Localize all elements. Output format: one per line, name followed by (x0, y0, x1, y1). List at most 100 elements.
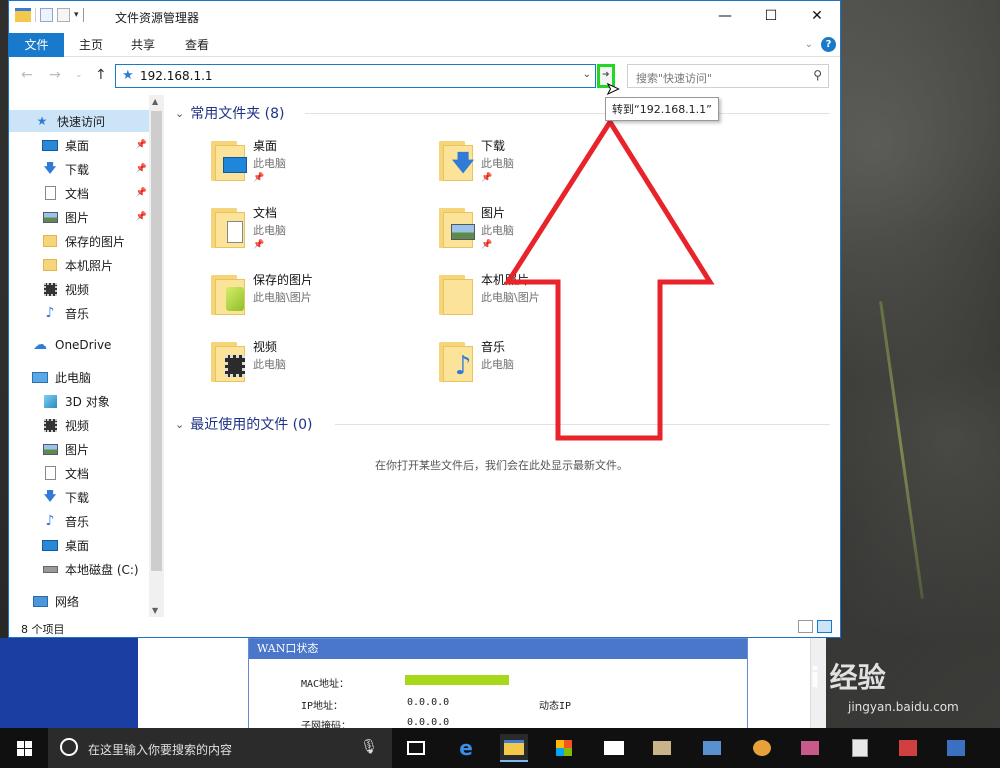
large-icons-view-icon[interactable] (817, 620, 832, 633)
tab-home[interactable]: 主页 (79, 33, 103, 57)
sidebar-item-label: 快速访问 (57, 114, 106, 129)
folder-location: 此电脑 (253, 358, 286, 371)
app-icon-4[interactable] (846, 734, 874, 762)
subnet-value: 0.0.0.0 (407, 717, 450, 728)
sidebar-item-pc-desktop[interactable]: 桌面 (9, 534, 149, 556)
app-icon-6[interactable] (942, 734, 970, 762)
folder-tile-downloads[interactable]: 🡇 下载 此电脑 📌 (437, 137, 657, 193)
ribbon-tabs: 文件 主页 共享 查看 ⌄ ? (9, 31, 840, 57)
sidebar-item-pc-music[interactable]: ♪ 音乐 (9, 510, 149, 532)
search-input[interactable]: 搜索"快速访问" ⚲ (627, 64, 829, 88)
close-button[interactable]: ✕ (794, 1, 840, 31)
folder-tile-desktop[interactable]: 桌面 此电脑 📌 (209, 137, 429, 193)
sidebar-item-pc-pictures[interactable]: 图片 (9, 438, 149, 460)
scroll-up-icon[interactable]: ▲ (152, 97, 158, 106)
folder-tile-pictures[interactable]: 图片 此电脑 📌 (437, 204, 657, 260)
mail-icon[interactable] (600, 734, 628, 762)
explorer-app-icon[interactable] (15, 8, 31, 22)
document-icon (41, 465, 59, 481)
sidebar-item-music[interactable]: ♪ 音乐 (9, 302, 149, 324)
cortana-icon (60, 738, 78, 756)
sidebar-item-camera-roll[interactable]: 本机照片 (9, 254, 149, 276)
folder-location: 此电脑 (253, 224, 286, 237)
start-button[interactable] (0, 728, 48, 768)
chevron-down-icon[interactable]: ⌄ (175, 418, 184, 431)
sidebar-item-videos[interactable]: 视频 (9, 278, 149, 300)
customize-toolbar-icon[interactable]: ▾ (74, 10, 79, 20)
wan-panel-title: WAN口状态 (249, 639, 747, 659)
sidebar-item-3d-objects[interactable]: 3D 对象 (9, 390, 149, 412)
app-icon-2[interactable] (698, 734, 726, 762)
navigation-pane-scrollbar[interactable]: ▲ ▼ (149, 95, 164, 617)
video-icon (41, 281, 59, 297)
sidebar-item-quick-access[interactable]: ★ 快速访问 (9, 110, 149, 132)
sidebar-item-downloads[interactable]: 🡇 下载 📌 (9, 158, 149, 180)
file-explorer-taskbar-icon[interactable] (500, 734, 528, 762)
folder-tile-saved-pictures[interactable]: 保存的图片 此电脑\图片 (209, 271, 429, 327)
folder-name: 保存的图片 (253, 273, 314, 287)
new-folder-icon[interactable] (57, 8, 70, 22)
details-view-icon[interactable] (798, 620, 813, 633)
properties-icon[interactable] (40, 8, 53, 22)
sidebar-item-desktop[interactable]: 桌面 📌 (9, 134, 149, 156)
folder-tile-music[interactable]: ♪ 音乐 此电脑 (437, 338, 657, 394)
scrollbar-thumb[interactable] (151, 111, 162, 571)
sidebar-item-documents[interactable]: 文档 📌 (9, 182, 149, 204)
folder-tile-videos[interactable]: 视频 此电脑 (209, 338, 429, 394)
back-arrow-icon[interactable]: ← (21, 67, 33, 83)
folder-tile-documents[interactable]: 文档 此电脑 📌 (209, 204, 429, 260)
sidebar-item-label: 桌面 (65, 538, 90, 553)
minimize-button[interactable]: — (702, 1, 748, 31)
router-browser-window: WAN口状态 MAC地址： IP地址： 0.0.0.0 动态IP 子网掩码： 0… (0, 638, 826, 732)
sidebar-item-label: 文档 (65, 466, 90, 481)
sidebar-item-pc-downloads[interactable]: 🡇 下载 (9, 486, 149, 508)
maximize-button[interactable]: ☐ (748, 1, 794, 31)
address-bar[interactable]: ★ 192.168.1.1 ⌄ (115, 64, 596, 88)
frequent-folders-header[interactable]: ⌄ 常用文件夹 (8) (175, 103, 285, 123)
scroll-down-icon[interactable]: ▼ (152, 606, 158, 615)
paint-icon[interactable] (748, 734, 776, 762)
sidebar-item-network[interactable]: 网络 (9, 590, 149, 612)
sidebar-item-saved-pictures[interactable]: 保存的图片 (9, 230, 149, 252)
address-history-icon[interactable]: ⌄ (583, 69, 591, 80)
task-view-icon[interactable] (402, 734, 430, 762)
folder-location: 此电脑\图片 (481, 291, 540, 304)
folder-icon (209, 141, 247, 183)
edge-browser-icon[interactable]: e (452, 734, 480, 762)
sidebar-item-pc-videos[interactable]: 视频 (9, 414, 149, 436)
folder-icon (209, 275, 247, 317)
search-icon[interactable]: ⚲ (813, 68, 822, 82)
app-icon-1[interactable] (648, 734, 676, 762)
folder-icon (41, 257, 59, 273)
microphone-icon[interactable]: 🎙 (360, 739, 378, 755)
tab-share[interactable]: 共享 (131, 33, 155, 57)
sidebar-item-pc-documents[interactable]: 文档 (9, 462, 149, 484)
sidebar-item-onedrive[interactable]: ☁ OneDrive (9, 334, 149, 356)
app-icon-3[interactable] (796, 734, 824, 762)
chevron-down-icon[interactable]: ⌄ (175, 107, 184, 120)
wan-status-panel: WAN口状态 MAC地址： IP地址： 0.0.0.0 动态IP 子网掩码： 0… (248, 638, 748, 732)
address-text[interactable]: 192.168.1.1 (140, 69, 213, 83)
ribbon-controls: ⌄ ? (805, 37, 836, 52)
sidebar-item-local-disk[interactable]: 本地磁盘 (C:) (9, 558, 149, 580)
search-placeholder: 搜索"快速访问" (636, 72, 713, 85)
up-arrow-icon[interactable]: ↑ (95, 67, 107, 83)
taskbar-search-box[interactable]: 在这里输入你要搜索的内容 🎙 (48, 728, 392, 768)
sidebar-item-pictures[interactable]: 图片 📌 (9, 206, 149, 228)
folder-tile-camera-roll[interactable]: 本机照片 此电脑\图片 (437, 271, 657, 327)
folder-name: 桌面 (253, 139, 278, 153)
help-icon[interactable]: ? (821, 37, 836, 52)
forward-arrow-icon[interactable]: → (49, 67, 61, 83)
sidebar-item-label: 桌面 (65, 138, 90, 153)
status-bar: 8 个项目 (9, 617, 840, 637)
title-bar[interactable]: ▾ 文件资源管理器 — ☐ ✕ (9, 1, 840, 31)
store-icon[interactable] (550, 734, 578, 762)
tab-file[interactable]: 文件 (9, 33, 64, 57)
content-pane: ⌄ 常用文件夹 (8) 桌面 此电脑 📌 🡇 下载 此电脑 📌 文档 此电脑 📌 (165, 95, 837, 617)
recent-files-header[interactable]: ⌄ 最近使用的文件 (0) (175, 414, 313, 434)
chevron-down-icon[interactable]: ⌄ (805, 39, 813, 50)
recent-locations-icon[interactable]: ⌄ (75, 70, 83, 80)
sidebar-item-this-pc[interactable]: 此电脑 (9, 366, 149, 388)
app-icon-5[interactable] (894, 734, 922, 762)
tab-view[interactable]: 查看 (185, 33, 209, 57)
